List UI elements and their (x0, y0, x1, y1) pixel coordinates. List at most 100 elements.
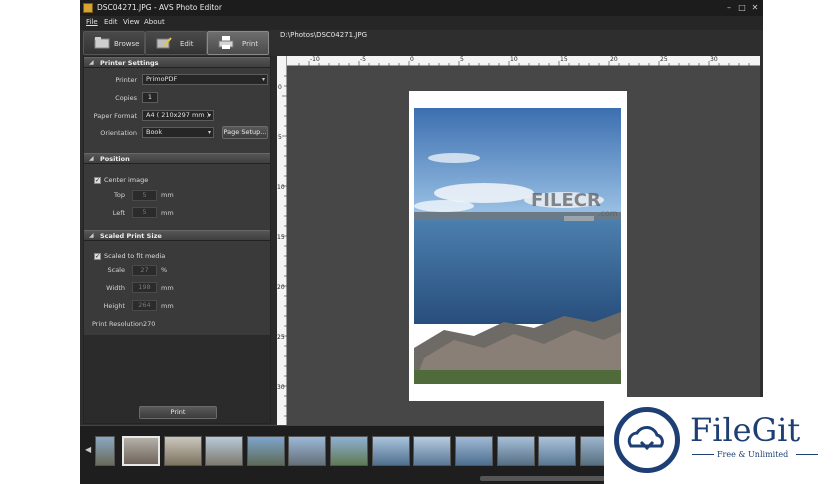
mode-tabs: Browse Edit Print (83, 31, 271, 55)
printer-icon (218, 36, 234, 49)
filegit-name: FileGit (690, 411, 801, 449)
cloud-download-icon (627, 426, 664, 451)
height-unit: mm (161, 302, 174, 310)
left-label: Left (112, 209, 125, 217)
ruler-tick-label: 15 (560, 56, 568, 63)
print-preview-canvas: cm -10 -5 0 5 10 15 20 25 30 0 5 10 15 2… (277, 56, 760, 425)
menu-view[interactable]: View (123, 18, 140, 26)
paper-format-value: A4 ( 210x297 mm ) (146, 111, 210, 119)
paper-format-select[interactable]: A4 ( 210x297 mm ) ▾ (142, 110, 214, 121)
ruler-tick-label: 20 (610, 56, 618, 63)
tab-edit-label: Edit (180, 40, 194, 48)
tab-edit[interactable]: Edit (145, 31, 207, 55)
center-image-label: Center image (104, 176, 149, 184)
width-input[interactable]: 198 (132, 282, 157, 293)
left-unit: mm (161, 209, 174, 217)
print-settings-panel: ◢ Printer Settings Printer PrimoPDF ▾ Cop… (83, 56, 271, 424)
ruler-tick-label: 10 (510, 56, 518, 63)
scaled-print-size-header[interactable]: ◢ Scaled Print Size (84, 230, 270, 241)
print-page (409, 91, 627, 401)
height-input[interactable]: 264 (132, 300, 157, 311)
file-path: D:\Photos\DSC04271.JPG (280, 31, 368, 39)
close-button[interactable]: ✕ (749, 3, 761, 13)
printer-label: Printer (115, 76, 137, 84)
tab-print[interactable]: Print (207, 31, 269, 55)
chevron-down-icon: ▾ (207, 129, 211, 136)
horizontal-ruler: cm -10 -5 0 5 10 15 20 25 30 (277, 56, 760, 66)
scale-label: Scale (107, 266, 126, 274)
ruler-tick-label: 10 (277, 184, 285, 191)
chevron-down-icon: ▾ (261, 76, 265, 83)
scale-unit: % (161, 266, 168, 274)
collapse-icon: ◢ (89, 59, 94, 66)
thumbnail[interactable] (497, 436, 535, 466)
thumbnail[interactable] (372, 436, 410, 466)
minimize-button[interactable]: – (723, 3, 735, 13)
vertical-ruler: 0 5 10 15 20 25 30 (277, 56, 287, 425)
thumbnail[interactable] (413, 436, 451, 466)
printer-select[interactable]: PrimoPDF ▾ (142, 74, 268, 85)
window-title: DSC04271.JPG - AVS Photo Editor (97, 3, 222, 12)
width-unit: mm (161, 284, 174, 292)
menu-about[interactable]: About (144, 18, 165, 26)
thumbnail[interactable] (330, 436, 368, 466)
filecr-watermark-sub: .com (598, 209, 618, 218)
ruler-ticks (298, 61, 750, 66)
orientation-select[interactable]: Book ▾ (142, 127, 214, 138)
paper-format-label: Paper Format (93, 112, 137, 120)
menu-file[interactable]: File (86, 18, 98, 26)
ruler-tick-label: 15 (277, 234, 285, 241)
ruler-tick-label: -5 (360, 56, 366, 63)
thumbnail[interactable] (95, 436, 115, 466)
ruler-tick-label: 5 (278, 134, 282, 141)
thumbnail-selected[interactable] (122, 436, 160, 466)
menu-bar: File Edit View About (80, 16, 763, 30)
thumbnail[interactable] (164, 436, 202, 466)
section-title: Scaled Print Size (100, 232, 162, 240)
edit-icon (156, 37, 172, 49)
printer-settings-header[interactable]: ◢ Printer Settings (84, 57, 270, 68)
filegit-badge: FileGit Free & Unlimited (604, 397, 836, 484)
top-input[interactable]: 5 (132, 190, 157, 201)
divider (692, 454, 714, 455)
ruler-tick-label: 20 (277, 284, 285, 291)
section-title: Printer Settings (100, 59, 159, 67)
scaled-to-fit-checkbox[interactable]: ✓ (94, 253, 101, 260)
left-input[interactable]: 5 (132, 207, 157, 218)
ruler-tick-label: 30 (277, 384, 285, 391)
top-label: Top (114, 191, 125, 199)
tab-print-label: Print (242, 40, 259, 48)
filegit-tagline: Free & Unlimited (717, 450, 789, 459)
thumbnail[interactable] (288, 436, 326, 466)
print-resolution-value: 270 (143, 320, 156, 328)
scale-input[interactable]: 27 (132, 265, 157, 276)
ruler-tick-label: 0 (410, 56, 414, 63)
collapse-icon: ◢ (89, 155, 94, 162)
title-bar: DSC04271.JPG - AVS Photo Editor – □ ✕ (80, 0, 763, 16)
maximize-button[interactable]: □ (736, 3, 748, 13)
section-title: Position (100, 155, 130, 163)
copies-input[interactable]: 1 (142, 92, 158, 103)
divider (796, 454, 818, 455)
thumbnail[interactable] (538, 436, 576, 466)
tab-browse[interactable]: Browse (83, 31, 145, 55)
page-setup-button[interactable]: Page Setup... (222, 126, 268, 139)
thumbnail[interactable] (455, 436, 493, 466)
ruler-tick-label: -10 (310, 56, 320, 63)
browse-icon (94, 37, 110, 49)
thumbnail[interactable] (205, 436, 243, 466)
ruler-tick-label: 30 (710, 56, 718, 63)
filmstrip-prev-button[interactable]: ◀ (85, 445, 91, 454)
copies-label: Copies (115, 94, 137, 102)
print-resolution-label: Print Resolution (92, 320, 143, 328)
center-image-checkbox[interactable]: ✓ (94, 177, 101, 184)
print-button[interactable]: Print (139, 406, 217, 419)
orientation-label: Orientation (100, 129, 137, 137)
ruler-tick-label: 0 (278, 84, 282, 91)
menu-edit[interactable]: Edit (104, 18, 118, 26)
thumbnail[interactable] (247, 436, 285, 466)
photo-preview[interactable] (414, 108, 621, 384)
position-header[interactable]: ◢ Position (84, 153, 270, 164)
ruler-tick-label: 25 (277, 334, 285, 341)
filecr-watermark: FILECR (531, 190, 601, 211)
